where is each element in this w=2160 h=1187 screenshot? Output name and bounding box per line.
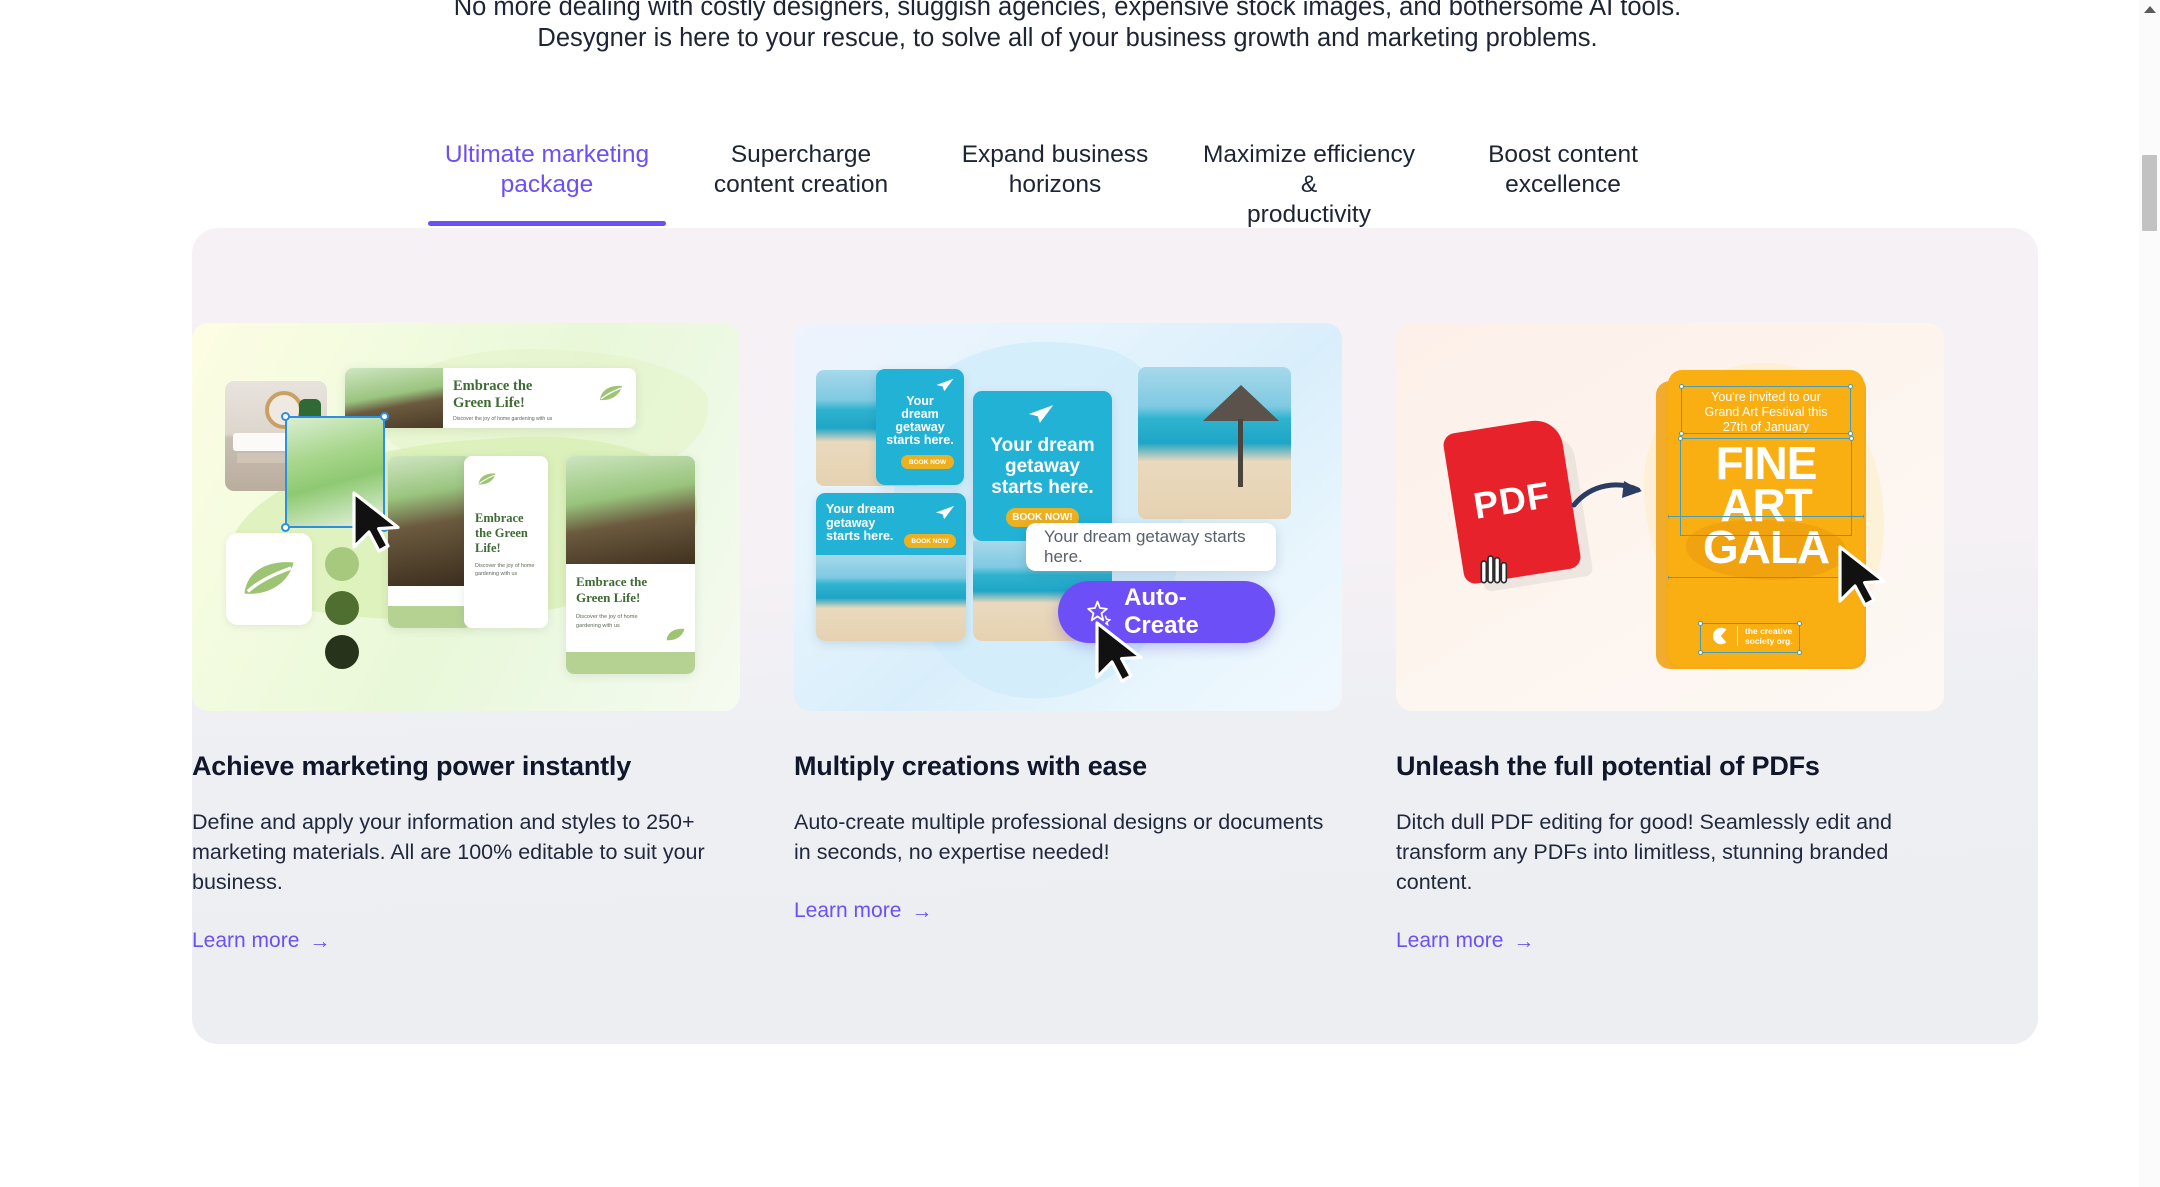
auto-create-button[interactable]: Auto-Create xyxy=(1058,581,1275,643)
tab-ultimate-marketing-package[interactable]: Ultimate marketing package xyxy=(420,140,674,226)
pdf-file-icon: PDF xyxy=(1441,416,1583,586)
poster-main: You're invited to our Grand Art Festival… xyxy=(1668,370,1864,667)
learn-more-label: Learn more xyxy=(192,929,300,952)
design-headline-line-3: starts here. xyxy=(886,433,954,447)
card-body: Ditch dull PDF editing for good! Seamles… xyxy=(1396,810,1892,894)
tab-label-line-1: Boost content xyxy=(1488,141,1638,168)
color-swatch-mid-green xyxy=(325,591,359,625)
mouse-cursor-icon xyxy=(352,491,400,553)
tab-label-line-1: Expand business xyxy=(961,141,1149,168)
grab-hand-icon xyxy=(1480,555,1508,584)
leaf-icon xyxy=(600,385,622,401)
prompt-value: Your dream getaway starts here. xyxy=(1044,527,1246,566)
design-headline-line-2: getaway xyxy=(1005,456,1080,477)
leaf-icon xyxy=(244,562,294,594)
tab-label-line-1: Ultimate marketing xyxy=(444,141,650,168)
arrow-right-icon: → xyxy=(911,899,933,923)
paper-plane-icon xyxy=(935,505,955,520)
prompt-input[interactable]: Your dream getaway starts here. xyxy=(1026,523,1276,571)
design-card-small-2: Your dream getaway starts here. BOOK NOW xyxy=(816,493,966,641)
design-card-small-1: Your dream getaway starts here. BOOK NOW xyxy=(876,369,964,485)
template-headline-line-2: Green Life! xyxy=(576,590,641,605)
template-subline: Discover the joy of home gardening with … xyxy=(576,614,638,629)
learn-more-link[interactable]: Learn more → xyxy=(794,899,932,923)
tab-label-line-2: content creation xyxy=(713,171,889,198)
book-now-button[interactable]: BOOK NOW xyxy=(904,534,956,548)
card-artwork-auto-create: Your dream getaway starts here. BOOK NOW… xyxy=(794,323,1342,711)
design-headline-line-3: starts here. xyxy=(826,529,894,543)
design-headline-line-1: Your dream xyxy=(990,435,1095,456)
tab-label-line-2: productivity xyxy=(1247,201,1371,228)
tab-expand-business-horizons[interactable]: Expand business horizons xyxy=(928,140,1182,226)
tab-label-line-2: horizons xyxy=(1008,171,1102,198)
intro-line-2: Desygner is here to your rescue, to solv… xyxy=(537,24,1598,52)
learn-more-link[interactable]: Learn more → xyxy=(192,929,330,953)
tab-panel: Embrace the Green Life! Discover the joy… xyxy=(192,228,2038,1044)
paper-plane-icon xyxy=(1028,405,1054,423)
tab-label-line-1: Supercharge xyxy=(730,141,872,168)
book-now-button[interactable]: BOOK NOW xyxy=(901,455,954,469)
intro-line-1: No more dealing with costly designers, s… xyxy=(453,0,1682,21)
intro-paragraph: No more dealing with costly designers, s… xyxy=(0,0,2135,54)
photo-thumbnail-beach-2 xyxy=(1138,367,1291,519)
card-title: Unleash the full potential of PDFs xyxy=(1396,751,1820,781)
card-artwork-marketing: Embrace the Green Life! Discover the joy… xyxy=(192,323,740,711)
page-root: No more dealing with costly designers, s… xyxy=(0,0,2160,1187)
brand-leaf-card xyxy=(226,533,312,625)
template-text-card: Embrace the Green Life! Discover the joy… xyxy=(464,456,548,628)
template-headline-line-2: the Green xyxy=(475,526,528,540)
design-card-large: Your dream getaway starts here. BOOK NOW… xyxy=(973,391,1112,541)
color-swatch-dark-green xyxy=(325,635,359,669)
template-headline-line-1: Embrace the xyxy=(576,574,648,589)
tab-label-line-2: excellence xyxy=(1505,171,1621,198)
selection-box-invite xyxy=(1679,384,1853,436)
leaf-icon xyxy=(478,473,496,485)
leaf-icon xyxy=(666,628,685,641)
template-subline: Discover the joy of home gardening with … xyxy=(453,416,553,422)
mouse-cursor-icon xyxy=(1838,545,1886,607)
card-title: Multiply creations with ease xyxy=(794,751,1147,781)
card-artwork-pdf: PDF You're invited to our Grand Art Fest… xyxy=(1396,323,1944,711)
learn-more-link[interactable]: Learn more → xyxy=(1396,929,1534,953)
template-headline-line-3: Life! xyxy=(475,541,501,555)
design-headline-line-2: getaway xyxy=(826,515,876,530)
tab-supercharge-content-creation[interactable]: Supercharge content creation xyxy=(674,140,928,226)
arrow-right-icon: → xyxy=(309,929,331,953)
card-title: Achieve marketing power instantly xyxy=(192,751,632,781)
template-wide-banner: Embrace the Green Life! Discover the joy… xyxy=(345,368,636,428)
paper-plane-icon xyxy=(936,378,954,392)
mouse-cursor-icon xyxy=(1095,621,1143,683)
selection-box-brand xyxy=(1698,621,1802,655)
curved-arrow-icon xyxy=(1572,481,1642,508)
pdf-label: PDF xyxy=(1470,474,1554,527)
tab-boost-content-excellence[interactable]: Boost content excellence xyxy=(1436,140,1690,226)
feature-card-auto-create: Your dream getaway starts here. BOOK NOW… xyxy=(794,323,1342,1044)
template-subline: Discover the joy of home gardening with … xyxy=(475,563,535,577)
scroll-up-arrow-icon[interactable] xyxy=(2144,6,2156,13)
tab-label-line-2: package xyxy=(500,171,594,198)
design-headline-line-1: Your dream xyxy=(901,394,939,421)
template-headline-line-1: Embrace the xyxy=(453,378,533,394)
tab-label-line-1: Maximize efficiency & xyxy=(1203,141,1415,198)
scroll-thumb[interactable] xyxy=(2142,155,2157,231)
design-headline-line-3: starts here. xyxy=(991,477,1094,498)
vertical-scrollbar[interactable] xyxy=(2139,0,2160,1187)
feature-card-marketing: Embrace the Green Life! Discover the joy… xyxy=(192,323,740,1044)
selection-box-gala[interactable] xyxy=(1668,514,1864,580)
learn-more-label: Learn more xyxy=(1396,929,1504,952)
template-headline-line-2: Green Life! xyxy=(453,395,525,411)
learn-more-label: Learn more xyxy=(794,899,902,922)
template-headline-line-1: Embrace xyxy=(475,511,524,525)
arrow-right-icon: → xyxy=(1513,929,1535,953)
template-portrait-poster: Embrace the Green Life! Discover the joy… xyxy=(566,456,695,674)
card-body: Auto-create multiple professional design… xyxy=(794,810,1324,864)
card-body: Define and apply your information and st… xyxy=(192,810,705,894)
design-headline-line-1: Your dream xyxy=(826,502,895,516)
feature-card-list: Embrace the Green Life! Discover the joy… xyxy=(192,228,2038,1044)
feature-card-pdf: PDF You're invited to our Grand Art Fest… xyxy=(1396,323,1944,1044)
